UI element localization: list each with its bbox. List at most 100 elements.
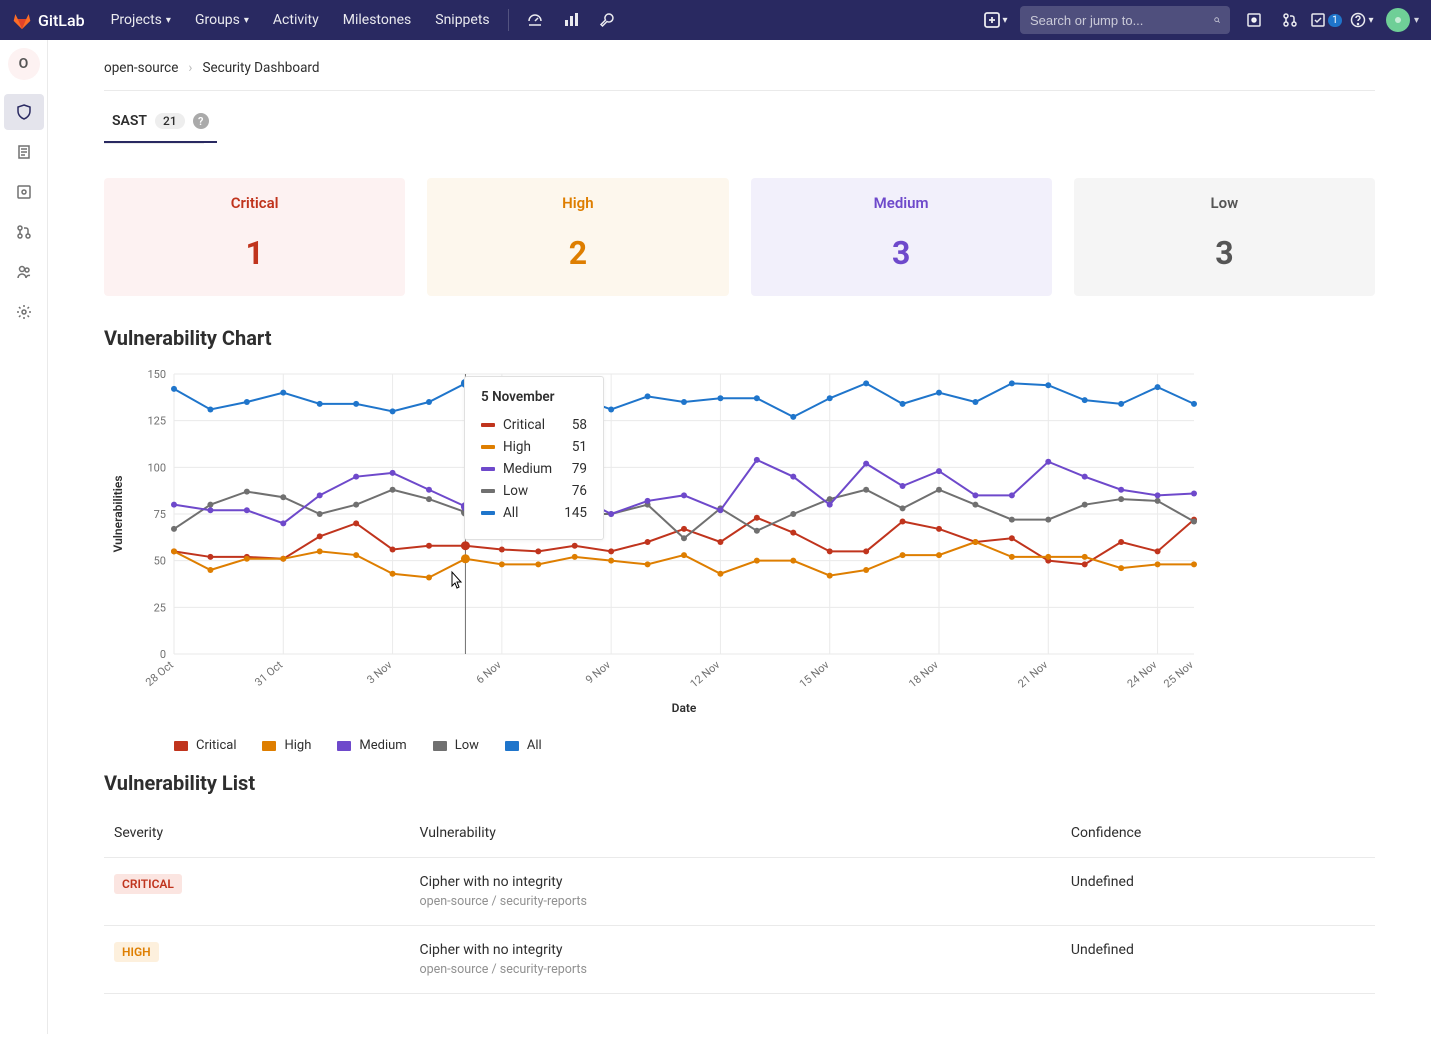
dashboard-icon[interactable] — [517, 0, 553, 40]
svg-text:50: 50 — [154, 555, 166, 568]
sidebar-item-merge-requests[interactable] — [4, 214, 44, 250]
top-nav: GitLab Projects▾ Groups▾ Activity Milest… — [0, 0, 1431, 40]
vuln-project: open-source / security-reports — [419, 962, 1050, 977]
card-value: 3 — [1074, 234, 1375, 272]
card-title: Critical — [104, 194, 405, 212]
breadcrumb: open-source › Security Dashboard — [104, 56, 1375, 91]
col-vulnerability: Vulnerability — [409, 809, 1060, 858]
svg-text:18 Nov: 18 Nov — [906, 658, 941, 691]
confidence-value: Undefined — [1061, 926, 1375, 994]
sidebar-item-security[interactable] — [4, 94, 44, 130]
legend-item[interactable]: Low — [433, 738, 479, 753]
tabs: SAST 21 ? — [104, 91, 204, 144]
svg-text:75: 75 — [154, 508, 166, 521]
tab-count: 21 — [155, 113, 185, 129]
card-title: High — [427, 194, 728, 212]
chevron-right-icon: › — [188, 60, 192, 76]
svg-text:25: 25 — [154, 601, 166, 614]
chart-legend: Critical High Medium Low All — [174, 738, 1375, 753]
legend-item[interactable]: Medium — [337, 738, 406, 753]
table-row[interactable]: HIGH Cipher with no integrityopen-source… — [104, 926, 1375, 994]
main-content: open-source › Security Dashboard SAST 21… — [48, 40, 1431, 1034]
card-critical[interactable]: Critical 1 — [104, 178, 405, 296]
plus-icon[interactable]: ▾ — [978, 0, 1014, 40]
chevron-down-icon: ▾ — [244, 15, 249, 26]
card-value: 2 — [427, 234, 728, 272]
brand-logo[interactable]: GitLab — [12, 10, 85, 30]
severity-badge: HIGH — [114, 942, 159, 962]
legend-item[interactable]: High — [262, 738, 311, 753]
svg-text:9 Nov: 9 Nov — [583, 658, 614, 687]
list-heading: Vulnerability List — [104, 771, 1375, 795]
col-severity: Severity — [104, 809, 409, 858]
table-row[interactable]: CRITICAL Cipher with no integrity open-so… — [104, 858, 1375, 926]
svg-text:150: 150 — [147, 368, 166, 381]
chart-canvas[interactable]: 025507510012515028 Oct31 Oct3 Nov6 Nov9 … — [104, 364, 1204, 724]
card-title: Low — [1074, 194, 1375, 212]
nav-milestones[interactable]: Milestones — [333, 4, 422, 36]
help-icon[interactable]: ▾ — [1344, 0, 1380, 40]
confidence-value: Undefined — [1061, 858, 1375, 926]
wrench-icon[interactable] — [589, 0, 625, 40]
vulnerability-table: Severity Vulnerability Confidence CRITIC… — [104, 809, 1375, 994]
svg-text:Vulnerabilities: Vulnerabilities — [111, 475, 125, 552]
chevron-down-icon: ▾ — [1414, 15, 1419, 26]
group-avatar[interactable]: O — [8, 48, 40, 80]
chart-tooltip: 5 November Critical58High51Medium79Low76… — [464, 376, 604, 540]
vuln-project: open-source / security-reports — [419, 894, 1050, 909]
sidebar-item-settings[interactable] — [4, 294, 44, 330]
svg-text:3 Nov: 3 Nov — [364, 658, 395, 687]
svg-text:12 Nov: 12 Nov — [688, 658, 723, 691]
card-low[interactable]: Low 3 — [1074, 178, 1375, 296]
brand-name: GitLab — [38, 11, 85, 30]
sidebar-item-members[interactable] — [4, 254, 44, 290]
nav-items: Projects▾ Groups▾ Activity Milestones Sn… — [101, 4, 500, 36]
search-box[interactable] — [1020, 6, 1230, 34]
sidebar-item-epics[interactable] — [4, 134, 44, 170]
svg-text:21 Nov: 21 Nov — [1015, 658, 1050, 691]
search-icon — [1214, 13, 1220, 27]
help-icon[interactable]: ? — [193, 113, 209, 129]
vulnerability-chart: 025507510012515028 Oct31 Oct3 Nov6 Nov9 … — [104, 364, 1375, 753]
sidebar: O — [0, 40, 48, 1034]
svg-text:28 Oct: 28 Oct — [143, 658, 176, 689]
svg-text:15 Nov: 15 Nov — [797, 658, 832, 691]
card-high[interactable]: High 2 — [427, 178, 728, 296]
severity-cards: Critical 1 High 2 Medium 3 Low 3 — [104, 178, 1375, 296]
svg-text:Date: Date — [672, 701, 697, 715]
todo-count: 1 — [1328, 14, 1342, 27]
issues-icon[interactable] — [1236, 0, 1272, 40]
search-input[interactable] — [1030, 13, 1206, 28]
vuln-title: Cipher with no integrity — [419, 874, 1050, 890]
sidebar-item-issues[interactable] — [4, 174, 44, 210]
svg-text:6 Nov: 6 Nov — [474, 658, 505, 687]
svg-text:100: 100 — [147, 461, 166, 474]
nav-groups[interactable]: Groups▾ — [185, 4, 259, 36]
card-title: Medium — [751, 194, 1052, 212]
legend-item[interactable]: All — [505, 738, 542, 753]
todos-icon[interactable]: 1 — [1308, 0, 1344, 40]
tab-label: SAST — [112, 113, 147, 129]
nav-activity[interactable]: Activity — [263, 4, 329, 36]
card-value: 1 — [104, 234, 405, 272]
severity-badge: CRITICAL — [114, 874, 182, 894]
merge-requests-icon[interactable] — [1272, 0, 1308, 40]
metrics-icon[interactable] — [553, 0, 589, 40]
chevron-down-icon: ▾ — [166, 15, 171, 26]
nav-projects[interactable]: Projects▾ — [101, 4, 181, 36]
svg-text:125: 125 — [147, 415, 166, 428]
tooltip-title: 5 November — [481, 389, 587, 405]
card-medium[interactable]: Medium 3 — [751, 178, 1052, 296]
col-confidence: Confidence — [1061, 809, 1375, 858]
svg-text:24 Nov: 24 Nov — [1125, 658, 1160, 691]
tab-sast[interactable]: SAST 21 ? — [104, 101, 217, 143]
legend-item[interactable]: Critical — [174, 738, 236, 753]
card-value: 3 — [751, 234, 1052, 272]
chart-heading: Vulnerability Chart — [104, 326, 1375, 350]
nav-snippets[interactable]: Snippets — [425, 4, 499, 36]
breadcrumb-group[interactable]: open-source — [104, 60, 178, 76]
svg-text:25 Nov: 25 Nov — [1161, 658, 1196, 691]
breadcrumb-page[interactable]: Security Dashboard — [202, 60, 319, 76]
svg-text:0: 0 — [160, 648, 166, 661]
user-avatar[interactable] — [1386, 8, 1410, 32]
